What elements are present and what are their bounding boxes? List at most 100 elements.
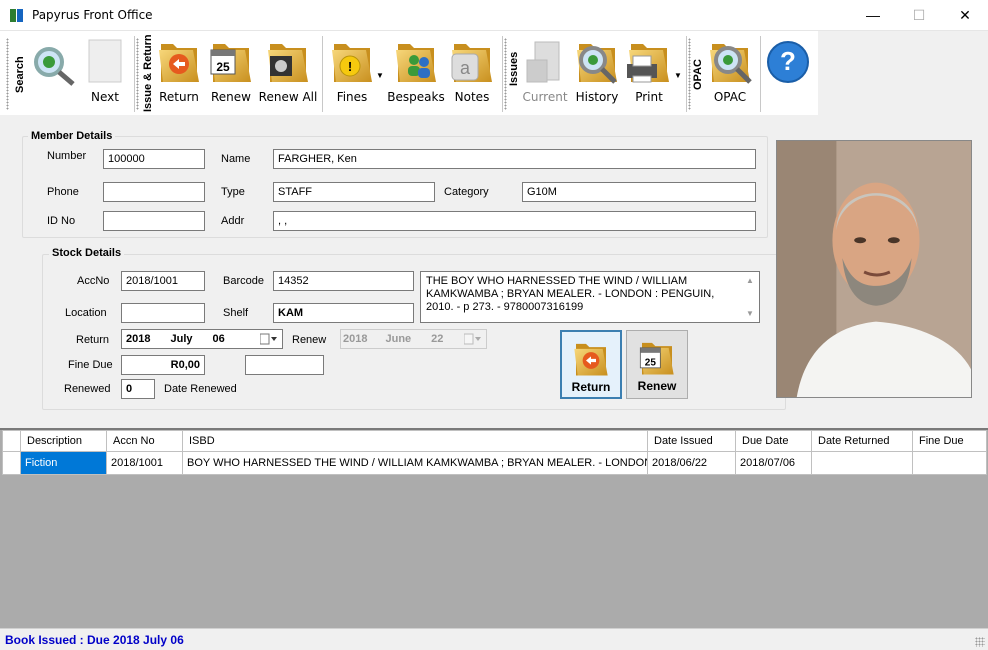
- svg-text:a: a: [460, 58, 471, 78]
- close-button[interactable]: ✕: [942, 0, 988, 30]
- column-header-date-returned[interactable]: Date Returned: [811, 430, 913, 452]
- addr-field[interactable]: , ,: [273, 211, 756, 231]
- history-label: History: [575, 90, 619, 104]
- table-row[interactable]: Fiction 2018/1001 BOY WHO HARNESSED THE …: [2, 451, 987, 475]
- history-button[interactable]: History: [574, 36, 620, 106]
- renew-date-month: June: [385, 333, 412, 345]
- cell-fine-due[interactable]: [912, 451, 987, 475]
- loans-grid-area: Description Accn No ISBD Date Issued Due…: [0, 428, 988, 628]
- number-field[interactable]: 100000: [103, 149, 205, 169]
- calendar-dropdown-icon[interactable]: [464, 333, 482, 345]
- renew-calendar-folder-icon: 25: [639, 335, 677, 379]
- scroll-up-icon[interactable]: ▲: [746, 274, 756, 287]
- renew-action-button[interactable]: 25 Renew: [626, 330, 688, 399]
- opac-label: OPAC: [713, 90, 747, 104]
- window-title: Papyrus Front Office: [32, 8, 153, 22]
- return-label: Return: [159, 90, 199, 104]
- toolbar-grip[interactable]: [6, 38, 9, 110]
- history-magnifier-icon: [573, 36, 621, 84]
- renew-all-button[interactable]: Renew All: [259, 36, 317, 106]
- column-header-accn-no[interactable]: Accn No: [106, 430, 183, 452]
- fine-due-field: R0,00: [121, 355, 205, 375]
- maximize-button[interactable]: ☐: [896, 0, 942, 30]
- accno-field[interactable]: 2018/1001: [121, 271, 205, 291]
- cell-accn-no[interactable]: 2018/1001: [106, 451, 183, 475]
- location-label: Location: [65, 307, 107, 319]
- notes-button[interactable]: a Notes: [450, 36, 494, 106]
- fines-button[interactable]: ! Fines: [332, 36, 372, 106]
- print-button[interactable]: Print: [626, 36, 672, 106]
- category-label: Category: [444, 186, 489, 198]
- calendar-day-text: 25: [216, 60, 230, 74]
- current-label: Current: [522, 90, 568, 104]
- shelf-field[interactable]: KAM: [273, 303, 414, 323]
- resize-grip-icon[interactable]: [975, 637, 985, 647]
- calendar-day-text: 25: [645, 357, 657, 368]
- print-dropdown-arrow-icon[interactable]: ▼: [674, 71, 682, 80]
- opac-button[interactable]: OPAC: [706, 36, 754, 106]
- next-button[interactable]: Next: [86, 36, 124, 106]
- return-toolbar-button[interactable]: Return: [158, 36, 200, 106]
- cell-date-returned[interactable]: [811, 451, 913, 475]
- renew-all-folder-icon: [264, 36, 312, 86]
- category-field[interactable]: G10M: [522, 182, 756, 202]
- return-date-picker[interactable]: 2018 July 06: [121, 329, 283, 349]
- toolbar-separator: [134, 36, 135, 112]
- renew-toolbar-button[interactable]: 25 Renew: [210, 36, 252, 106]
- minimize-button[interactable]: —: [850, 0, 896, 30]
- return-action-button[interactable]: Return: [560, 330, 622, 399]
- isbd-textarea[interactable]: THE BOY WHO HARNESSED THE WIND / WILLIAM…: [420, 271, 760, 323]
- search-button[interactable]: [28, 36, 78, 106]
- toolbar-grip[interactable]: [504, 38, 507, 110]
- toolbar-grip[interactable]: [688, 38, 691, 110]
- toolbar-grip[interactable]: [136, 38, 139, 110]
- member-details-title: Member Details: [28, 130, 116, 142]
- group-label-issue-return: Issue & Return: [142, 34, 154, 112]
- column-header-fine-due[interactable]: Fine Due: [912, 430, 987, 452]
- help-question-icon: ?: [767, 41, 809, 83]
- id-no-field[interactable]: [103, 211, 205, 231]
- fines-label: Fines: [336, 90, 368, 104]
- type-field[interactable]: STAFF: [273, 182, 435, 202]
- cell-description[interactable]: Fiction: [20, 451, 107, 475]
- column-header-date-issued[interactable]: Date Issued: [647, 430, 736, 452]
- column-header-due-date[interactable]: Due Date: [735, 430, 812, 452]
- fines-folder-icon: !: [328, 36, 376, 86]
- renew-date-day: 22: [431, 333, 444, 345]
- search-magnifier-icon: [34, 47, 75, 86]
- renewed-count-field: 0: [121, 379, 155, 399]
- barcode-field[interactable]: 14352: [273, 271, 414, 291]
- return-date-month: July: [170, 333, 193, 345]
- help-button[interactable]: ?: [764, 36, 812, 106]
- column-header-description[interactable]: Description: [20, 430, 107, 452]
- id-no-label: ID No: [47, 215, 76, 227]
- status-message: Book Issued : Due 2018 July 06: [5, 633, 184, 647]
- printer-icon: [627, 36, 673, 83]
- current-button[interactable]: Current: [522, 36, 568, 106]
- fine-extra-field[interactable]: [245, 355, 324, 375]
- stock-details-title: Stock Details: [49, 247, 125, 259]
- isbd-scrollbar[interactable]: ▲ ▼: [746, 274, 756, 320]
- toolbar-separator: [686, 36, 687, 112]
- cell-date-issued[interactable]: 2018/06/22: [647, 451, 736, 475]
- fines-dropdown-arrow-icon[interactable]: ▼: [376, 71, 384, 80]
- blank-page-icon: [88, 39, 122, 83]
- bespeaks-button[interactable]: Bespeaks: [387, 36, 445, 106]
- name-field[interactable]: FARGHER, Ken: [273, 149, 756, 169]
- location-field[interactable]: [121, 303, 205, 323]
- renew-date-picker[interactable]: 2018 June 22: [340, 329, 487, 349]
- renew-label: Renew: [211, 90, 251, 104]
- row-header-cell[interactable]: [2, 451, 21, 475]
- cell-isbd[interactable]: BOY WHO HARNESSED THE WIND / WILLIAM KAM…: [182, 451, 648, 475]
- return-date-day: 06: [212, 333, 225, 345]
- column-header-isbd[interactable]: ISBD: [182, 430, 648, 452]
- scroll-down-icon[interactable]: ▼: [746, 307, 756, 320]
- calendar-dropdown-icon[interactable]: [260, 333, 278, 345]
- bespeaks-label: Bespeaks: [387, 90, 445, 104]
- current-icon: [526, 41, 560, 83]
- phone-field[interactable]: [103, 182, 205, 202]
- shelf-label: Shelf: [223, 307, 249, 319]
- toolbar-separator: [502, 36, 503, 112]
- cell-due-date[interactable]: 2018/07/06: [735, 451, 812, 475]
- return-action-label: Return: [571, 380, 611, 394]
